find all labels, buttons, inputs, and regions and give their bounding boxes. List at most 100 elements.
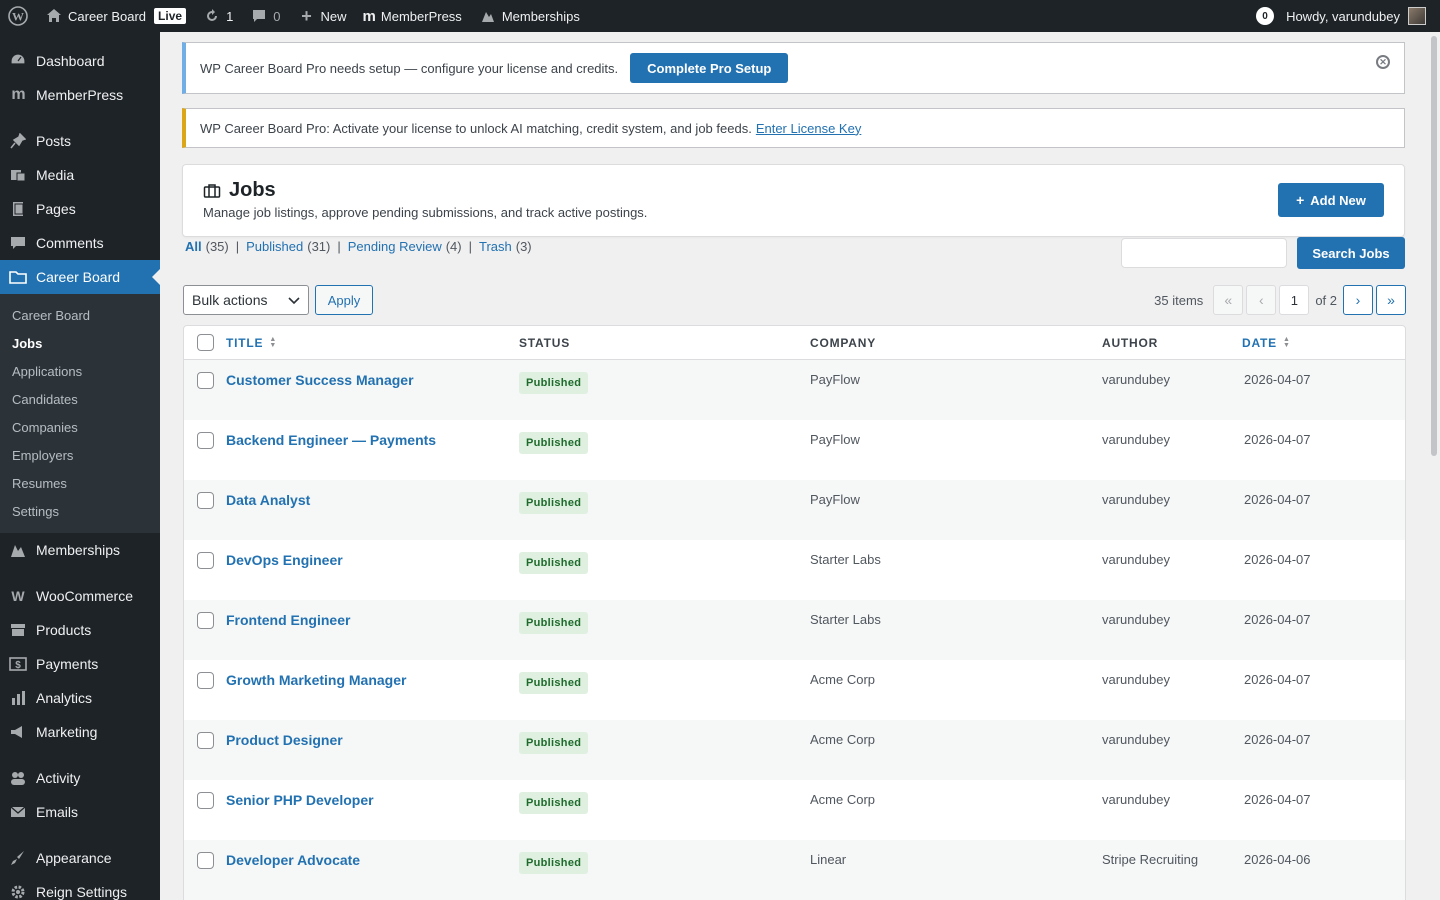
prev-page-button[interactable]: ‹	[1246, 285, 1277, 315]
memberpress-icon: m	[362, 7, 376, 25]
column-author: AUTHOR	[1102, 335, 1159, 350]
row-checkbox[interactable]	[196, 492, 214, 509]
submenu-item-companies[interactable]: Companies	[0, 413, 160, 441]
sidebar-item-woocommerce[interactable]: W WooCommerce	[0, 579, 160, 613]
status-cell: Published	[519, 840, 810, 874]
plus-icon: +	[1296, 192, 1305, 208]
memberpress-link[interactable]: m MemberPress	[355, 0, 470, 32]
folder-icon	[8, 267, 28, 287]
new-content-link[interactable]: + New	[289, 0, 355, 32]
row-checkbox-cell	[184, 720, 226, 749]
add-new-button[interactable]: + Add New	[1278, 183, 1384, 217]
job-title-link[interactable]: Developer Advocate	[226, 840, 519, 868]
howdy-user[interactable]: Howdy, varundubey	[1286, 9, 1400, 24]
last-page-button[interactable]: »	[1376, 285, 1406, 315]
row-checkbox[interactable]	[196, 852, 214, 869]
row-checkbox[interactable]	[196, 792, 214, 809]
job-title-link[interactable]: DevOps Engineer	[226, 540, 519, 568]
products-icon	[8, 620, 28, 640]
job-title-link[interactable]: Data Analyst	[226, 480, 519, 508]
job-title-link[interactable]: Senior PHP Developer	[226, 780, 519, 808]
submenu-item-applications[interactable]: Applications	[0, 357, 160, 385]
sidebar-item-dashboard[interactable]: Dashboard	[0, 44, 160, 78]
email-icon	[8, 802, 28, 822]
sidebar-item-media[interactable]: Media	[0, 158, 160, 192]
scrollbar[interactable]	[1428, 32, 1440, 900]
comments-link[interactable]: 0	[241, 0, 288, 32]
sidebar-item-memberships[interactable]: Memberships	[0, 533, 160, 567]
site-name-link[interactable]: Career Board Live	[36, 0, 194, 32]
job-title-link[interactable]: Customer Success Manager	[226, 360, 519, 388]
column-date-label: DATE	[1242, 335, 1277, 350]
sidebar-item-reign-settings[interactable]: Reign Settings	[0, 875, 160, 900]
sidebar-item-pages[interactable]: Pages	[0, 192, 160, 226]
sidebar-item-products[interactable]: Products	[0, 613, 160, 647]
sidebar-item-analytics[interactable]: Analytics	[0, 681, 160, 715]
search-input[interactable]	[1121, 238, 1287, 268]
first-page-button[interactable]: «	[1213, 285, 1244, 315]
row-checkbox-cell	[184, 480, 226, 509]
jobs-header-card: Jobs Manage job listings, approve pendin…	[182, 164, 1405, 237]
sidebar-item-memberpress[interactable]: m MemberPress	[0, 78, 160, 112]
memberships-link[interactable]: Memberships	[470, 0, 588, 32]
row-checkbox[interactable]	[196, 732, 214, 749]
memberships-icon	[478, 6, 498, 26]
svg-text:W: W	[12, 10, 24, 24]
column-date[interactable]: DATE ▲ ▼	[1242, 336, 1405, 350]
row-checkbox[interactable]	[196, 612, 214, 629]
status-badge: Published	[519, 792, 589, 814]
sidebar-label: Reign Settings	[36, 884, 128, 900]
search-jobs-button[interactable]: Search Jobs	[1297, 237, 1405, 269]
date-cell: 2026-04-07	[1244, 492, 1311, 507]
table-body: Customer Success Manager Published PayFlow…	[184, 360, 1405, 900]
scrollbar-thumb[interactable]	[1431, 36, 1437, 456]
updates-link[interactable]: 1	[194, 0, 241, 32]
sidebar-item-career-board[interactable]: Career Board	[0, 260, 160, 294]
column-title[interactable]: TITLE ▲ ▼	[226, 336, 519, 350]
sidebar-item-marketing[interactable]: Marketing	[0, 715, 160, 749]
row-checkbox[interactable]	[196, 672, 214, 689]
sidebar-item-emails[interactable]: Emails	[0, 795, 160, 829]
table-row: Frontend Engineer Published Starter Labs va…	[184, 600, 1405, 660]
submenu-item-career-board[interactable]: Career Board	[0, 301, 160, 329]
company-cell: Acme Corp	[810, 792, 876, 807]
company-cell: Acme Corp	[810, 732, 876, 747]
submenu-item-employers[interactable]: Employers	[0, 441, 160, 469]
dismiss-icon[interactable]: ✕	[1376, 55, 1390, 69]
updates-count: 1	[226, 8, 234, 24]
apply-button[interactable]: Apply	[315, 285, 373, 315]
submenu-item-candidates[interactable]: Candidates	[0, 385, 160, 413]
job-title-link[interactable]: Product Designer	[226, 720, 519, 748]
row-checkbox[interactable]	[196, 372, 214, 389]
sidebar-item-appearance[interactable]: Appearance	[0, 841, 160, 875]
filter-published[interactable]: Published	[246, 239, 303, 254]
current-page-input[interactable]: 1	[1279, 285, 1310, 315]
submenu-item-resumes[interactable]: Resumes	[0, 469, 160, 497]
sidebar-item-posts[interactable]: Posts	[0, 124, 160, 158]
select-all-cell	[184, 334, 226, 351]
sidebar-item-payments[interactable]: $ Payments	[0, 647, 160, 681]
memberships-label: Memberships	[501, 8, 580, 24]
sidebar-item-activity[interactable]: Activity	[0, 761, 160, 795]
bulk-actions-select[interactable]: Bulk actions	[183, 285, 309, 315]
select-all-checkbox[interactable]	[196, 334, 214, 351]
avatar[interactable]	[1408, 7, 1426, 25]
submenu-item-settings[interactable]: Settings	[0, 497, 160, 525]
notifications-count[interactable]: 0	[1256, 7, 1275, 25]
job-title-link[interactable]: Frontend Engineer	[226, 600, 519, 628]
next-page-button[interactable]: ›	[1343, 285, 1373, 315]
complete-pro-setup-button[interactable]: Complete Pro Setup	[630, 53, 789, 83]
row-checkbox[interactable]	[196, 552, 214, 569]
row-checkbox[interactable]	[196, 432, 214, 449]
wordpress-logo-icon[interactable]: W	[0, 0, 36, 32]
sidebar-label: Activity	[36, 770, 81, 786]
job-title-link[interactable]: Backend Engineer — Payments	[226, 420, 519, 448]
sidebar-item-comments[interactable]: Comments	[0, 226, 160, 260]
filter-pending-review[interactable]: Pending Review	[348, 239, 442, 254]
job-title-link[interactable]: Growth Marketing Manager	[226, 660, 519, 688]
enter-license-key-link[interactable]: Enter License Key	[756, 121, 862, 136]
filter-all[interactable]: All	[185, 239, 202, 254]
analytics-icon	[8, 688, 28, 708]
submenu-item-jobs[interactable]: Jobs	[0, 329, 160, 357]
filter-trash[interactable]: Trash	[479, 239, 512, 254]
